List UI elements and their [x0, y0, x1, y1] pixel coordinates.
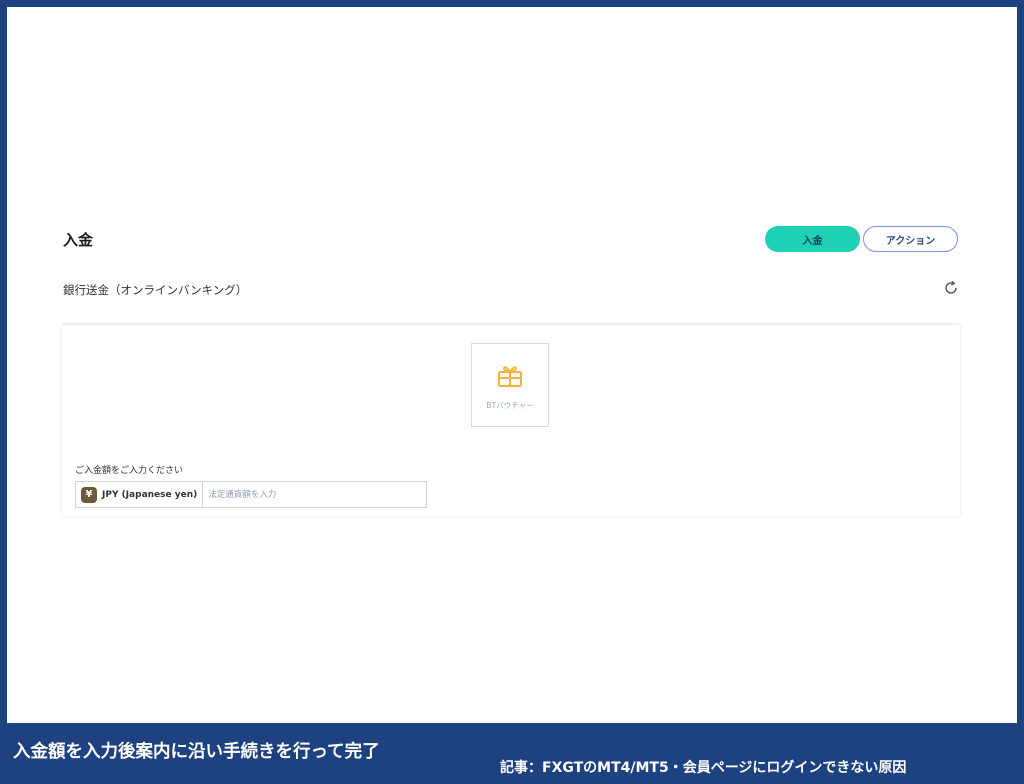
- caption-article: 記事：FXGTのMT4/MT5・会員ページにログインできない原因: [500, 760, 907, 776]
- action-button[interactable]: アクション: [863, 226, 958, 252]
- payment-method-label: BTバウチャー: [486, 401, 534, 410]
- deposit-card: BTバウチャー ご入金額をご入力ください ¥ JPY (Japanese yen…: [62, 324, 960, 516]
- caption-main: 入金額を入力後案内に沿い手続きを行って完了: [13, 742, 380, 762]
- currency-label: JPY (Japanese yen): [102, 489, 198, 500]
- refresh-icon[interactable]: [943, 280, 959, 296]
- yen-icon: ¥: [81, 486, 97, 503]
- gift-voucher-icon: [498, 366, 522, 387]
- content-frame: 入金 入金 アクション 銀行送金（オンラインバンキング） BTバウチャー ご入金…: [7, 7, 1017, 723]
- amount-label: ご入金額をご入力ください: [75, 466, 184, 476]
- amount-field: ¥ JPY (Japanese yen): [75, 481, 427, 508]
- deposit-button[interactable]: 入金: [765, 226, 860, 252]
- currency-selector[interactable]: ¥ JPY (Japanese yen): [76, 482, 204, 507]
- deposit-method-subtitle: 銀行送金（オンラインバンキング）: [63, 283, 248, 297]
- page-title: 入金: [63, 231, 94, 249]
- payment-method-bt-voucher[interactable]: BTバウチャー: [471, 343, 549, 427]
- amount-input[interactable]: [203, 482, 426, 507]
